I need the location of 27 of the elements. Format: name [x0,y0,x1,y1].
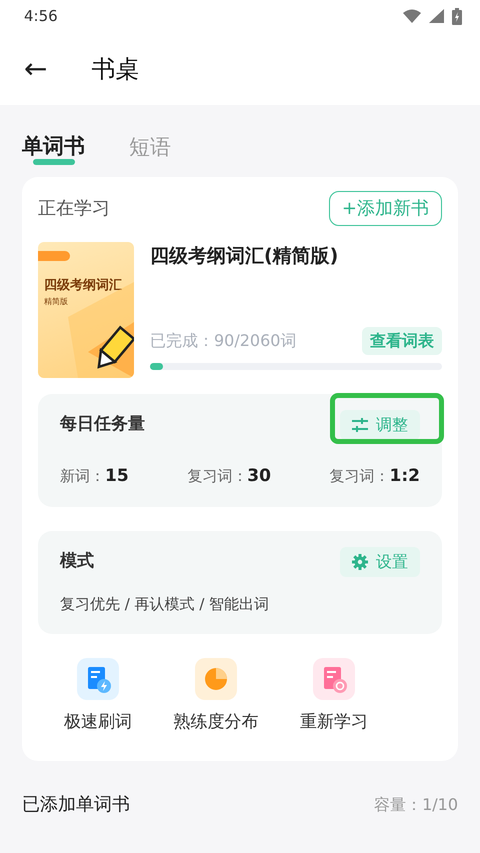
page-title: 书桌 [91,54,140,84]
stat-text: 复习词：1:2 [330,464,420,488]
action-button[interactable]: 熟练度分布 [166,658,266,735]
signal-icon [429,9,444,23]
back-button[interactable]: ← [24,54,48,82]
settings-icon [352,554,368,570]
mode-summary: 复习优先 / 再认模式 / 智能出词 [60,594,270,615]
battery-icon [452,8,462,24]
status-time: 4:56 [24,6,58,27]
stat-text: 新词：15 [60,464,129,488]
refresh-card-icon [313,658,355,700]
pie-chart-icon [195,658,237,700]
sliders-icon [352,418,368,432]
section-title: 已添加单词书 [22,793,130,817]
panel-title: 模式 [60,550,94,574]
section-label: 正在学习 [38,196,110,220]
tab[interactable]: 单词书 [22,131,85,164]
capacity-text: 容量：1/10 [374,794,458,816]
book-title: 四级考纲词汇(精简版) [150,244,340,268]
action-button[interactable]: 极速刷词 [48,658,148,735]
wifi-icon [403,9,421,23]
panel-title: 每日任务量 [60,412,145,436]
speed-card-icon [77,658,119,700]
stat-text: 复习词：30 [187,464,271,488]
book-cover: 四级考纲词汇 精简版 [38,242,134,378]
progress-text: 已完成：90/2060词 [150,330,296,352]
action-button[interactable]: 重新学习 [284,658,384,735]
